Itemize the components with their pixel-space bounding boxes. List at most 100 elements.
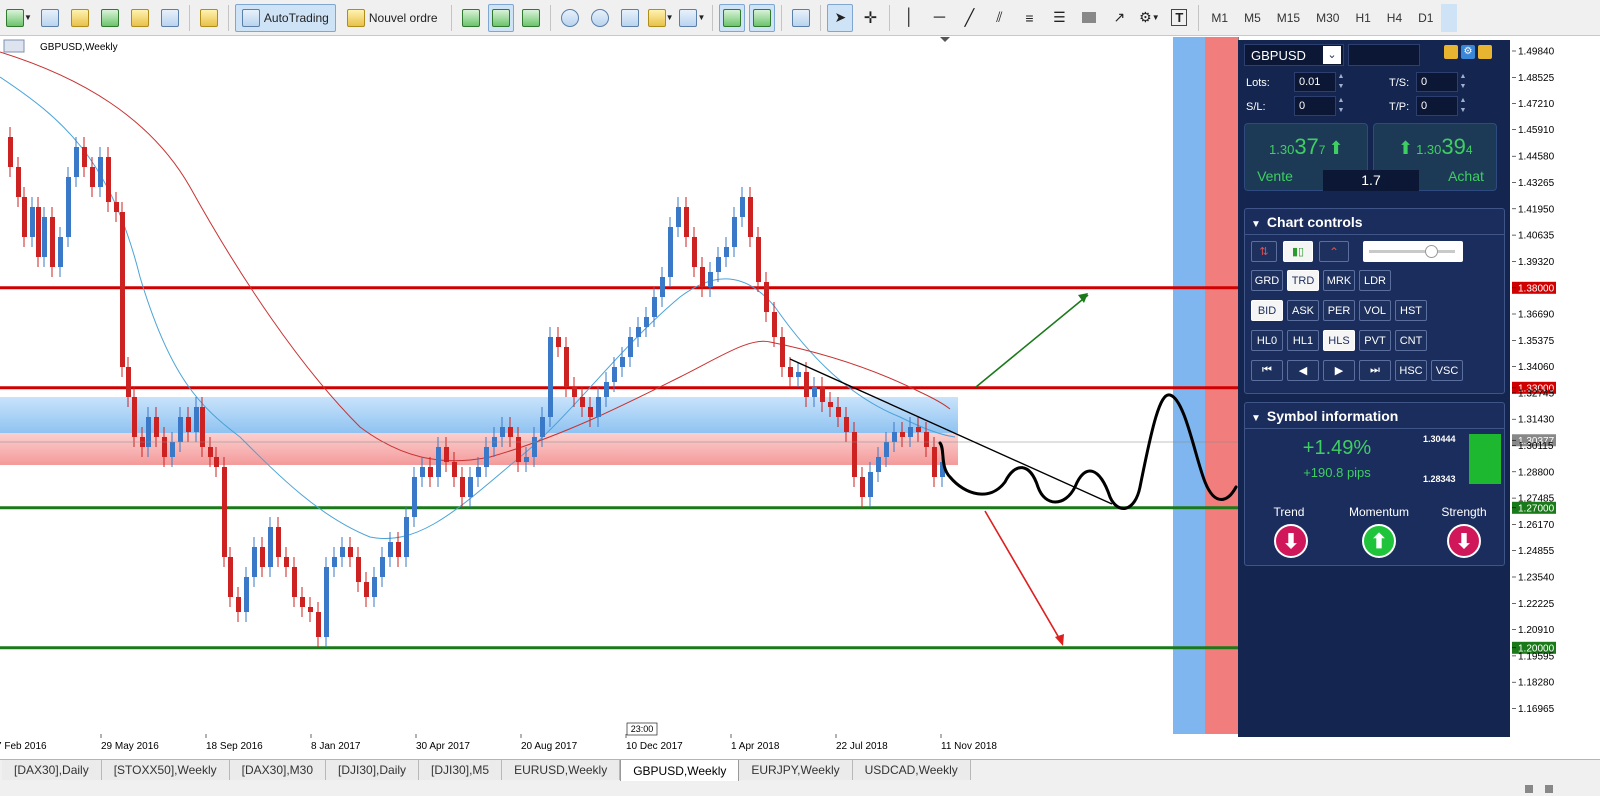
chart-tab[interactable]: [DJI30],M5 (419, 760, 503, 780)
candle-type-button[interactable]: ▮▯ (1283, 241, 1313, 262)
chart-menu-icon[interactable] (3, 39, 25, 53)
control-button-nav-3[interactable]: ⏭ (1359, 360, 1391, 381)
chart-shift-button[interactable] (749, 3, 776, 32)
fibonacci-retracement-button[interactable]: ☰ (1046, 4, 1072, 32)
templates-button[interactable]: ▼ (678, 4, 706, 32)
y-tick-label: 1.32745 (1518, 388, 1555, 399)
periods-button[interactable] (788, 4, 814, 32)
bar-type-button[interactable]: ⇅ (1251, 241, 1277, 262)
sell-label: Vente (1257, 168, 1293, 184)
new-chart-button[interactable]: ▼ (5, 4, 33, 32)
navigator-button[interactable] (127, 4, 153, 32)
equidistant-channel-button[interactable]: ⫽ (986, 4, 1012, 32)
scroll-left-icon[interactable] (1525, 785, 1533, 793)
chart-tab[interactable]: [STOXX50],Weekly (101, 760, 230, 780)
symbol-info-header[interactable]: ▼ Symbol information (1245, 403, 1504, 429)
control-button-hst[interactable]: HST (1395, 300, 1427, 321)
timeframe-m1[interactable]: M1 (1203, 4, 1236, 32)
toolbar-separator (450, 4, 452, 31)
lots-input[interactable]: 0.01 (1294, 72, 1336, 92)
chart-tab[interactable]: EURJPY,Weekly (739, 760, 853, 780)
control-button-hl0[interactable]: HL0 (1251, 330, 1283, 351)
zoom-out-button[interactable] (587, 4, 613, 32)
data-window-button[interactable] (97, 4, 123, 32)
control-button-vsc[interactable]: VSC (1431, 360, 1463, 381)
ts-input[interactable]: 0 (1416, 72, 1458, 92)
trendline-button[interactable]: ╱ (956, 4, 982, 32)
control-button-ldr[interactable]: LDR (1359, 270, 1391, 291)
crosshair-tool-button[interactable]: ✛ (857, 4, 883, 32)
timeframe-h1[interactable]: H1 (1347, 4, 1378, 32)
chart-controls-header[interactable]: ▼ Chart controls (1245, 209, 1504, 235)
control-button-mrk[interactable]: MRK (1323, 270, 1355, 291)
control-button-trd[interactable]: TRD (1287, 270, 1319, 291)
slider-thumb[interactable] (1425, 245, 1438, 258)
profiles-button[interactable] (37, 4, 63, 32)
scroll-right-icon[interactable] (1545, 785, 1553, 793)
toolbar-separator (227, 4, 229, 31)
indicators-button[interactable]: ▼ (647, 4, 675, 32)
line-type-button[interactable]: ⌃ (1319, 241, 1349, 262)
tp-stepper[interactable]: ▲ ▼ (1458, 96, 1468, 116)
candle-body (260, 547, 265, 567)
timeframe-m15[interactable]: M15 (1269, 4, 1308, 32)
toolbar-separator (1198, 4, 1200, 31)
tp-input[interactable]: 0 (1416, 96, 1458, 116)
chart-tab[interactable]: EURUSD,Weekly (502, 760, 621, 780)
text-icon: T (1171, 9, 1188, 26)
new-order-button[interactable]: Nouvel ordre (340, 4, 445, 32)
chart-tab[interactable]: [DAX30],Daily (2, 760, 102, 780)
symbol-select[interactable]: GBPUSD ⌄ (1244, 44, 1344, 66)
timeframe-w1-selected[interactable] (1441, 3, 1458, 32)
control-button-bid[interactable]: BID (1251, 300, 1283, 321)
market-watch-button[interactable] (67, 4, 93, 32)
control-button-vol[interactable]: VOL (1359, 300, 1391, 321)
control-button-ask[interactable]: ASK (1287, 300, 1319, 321)
symbol-search-field[interactable] (1348, 44, 1420, 66)
shapes-button[interactable]: ⚙ ▼ (1136, 4, 1162, 32)
ts-stepper[interactable]: ▲ ▼ (1458, 72, 1468, 92)
terminal-button[interactable] (157, 4, 183, 32)
chart-tab[interactable]: GBPUSD,Weekly (620, 760, 740, 782)
rectangle-button[interactable] (1076, 4, 1102, 32)
chart-tab[interactable]: [DJI30],Daily (326, 760, 420, 780)
sl-stepper[interactable]: ▲ ▼ (1336, 96, 1346, 116)
gear-icon[interactable]: ⚙ (1461, 45, 1475, 59)
zoom-in-button[interactable] (557, 4, 583, 32)
zoom-slider[interactable] (1363, 241, 1463, 262)
timeframe-d1[interactable]: D1 (1410, 4, 1441, 32)
control-button-nav-2[interactable]: ▶ (1323, 360, 1355, 381)
control-button-hls[interactable]: HLS (1323, 330, 1355, 351)
settings-gold-icon[interactable] (1444, 45, 1458, 59)
timeframe-m5[interactable]: M5 (1236, 4, 1269, 32)
auto-scroll-button[interactable] (719, 3, 746, 32)
control-button-hl1[interactable]: HL1 (1287, 330, 1319, 351)
candle-body (876, 457, 881, 472)
chart-tab[interactable]: [DAX30],M30 (229, 760, 327, 780)
control-button-hsc[interactable]: HSC (1395, 360, 1427, 381)
horizontal-line-button[interactable]: ─ (926, 4, 952, 32)
cursor-tool-button[interactable]: ➤ (827, 3, 854, 32)
control-button-nav-0[interactable]: ⏮ (1251, 360, 1283, 381)
chart-tab[interactable]: USDCAD,Weekly (852, 760, 971, 780)
timeframe-m30[interactable]: M30 (1308, 4, 1347, 32)
control-button-pvt[interactable]: PVT (1359, 330, 1391, 351)
text-button[interactable]: T (1166, 4, 1192, 32)
control-button-nav-1[interactable]: ◀ (1287, 360, 1319, 381)
arrow-button[interactable]: ↗ (1106, 4, 1132, 32)
control-button-grd[interactable]: GRD (1251, 270, 1283, 291)
timeframe-h4[interactable]: H4 (1379, 4, 1410, 32)
lots-stepper[interactable]: ▲ ▼ (1336, 72, 1346, 92)
tile-windows-button[interactable] (617, 4, 643, 32)
vertical-line-button[interactable]: │ (896, 4, 922, 32)
bar-chart-button[interactable] (458, 4, 484, 32)
line-chart-button[interactable] (518, 4, 544, 32)
candlestick-button[interactable] (487, 3, 514, 32)
autotrading-button[interactable]: AutoTrading (234, 3, 336, 32)
sl-input[interactable]: 0 (1294, 96, 1336, 116)
control-button-per[interactable]: PER (1323, 300, 1355, 321)
strategy-tester-button[interactable] (196, 4, 222, 32)
layout-icon[interactable] (1478, 45, 1492, 59)
control-button-cnt[interactable]: CNT (1395, 330, 1427, 351)
fibonacci-fan-button[interactable]: ≡ (1016, 4, 1042, 32)
